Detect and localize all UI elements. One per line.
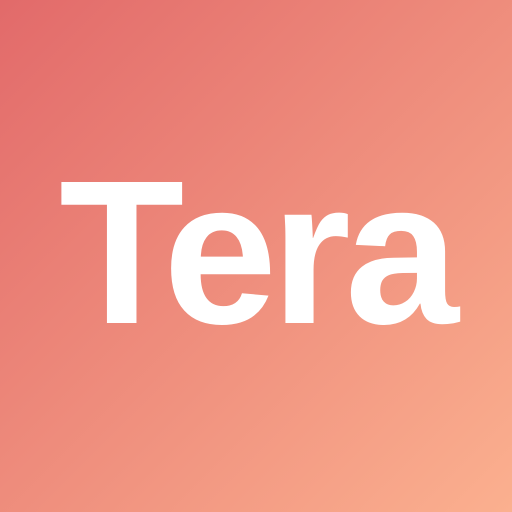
tera-logo-text: Tera [59, 137, 459, 367]
app-icon-tile: Tera [0, 0, 512, 512]
